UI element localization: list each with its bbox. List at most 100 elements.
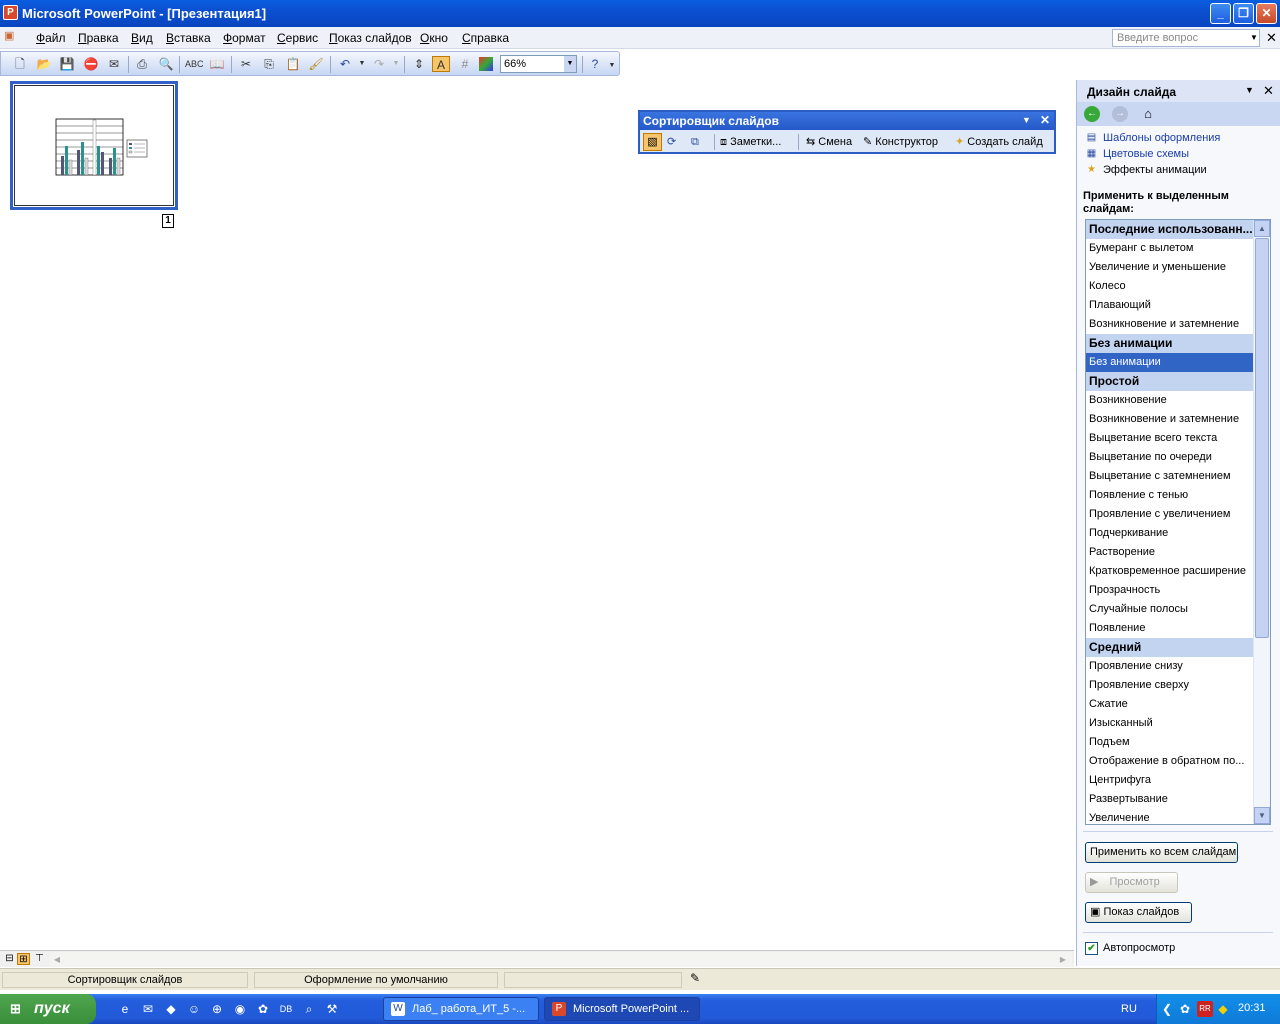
task-pane-close-icon[interactable]: ✕ [1263, 83, 1274, 99]
rehearse-timings-icon[interactable]: ⟳ [667, 133, 676, 151]
document-icon[interactable]: ▣ [4, 29, 20, 45]
help-icon[interactable]: ? [586, 56, 604, 72]
quicklaunch-ie-icon[interactable]: e [117, 1001, 133, 1017]
link-color-schemes[interactable]: Цветовые схемы [1103, 148, 1189, 160]
list-item[interactable]: Изысканный [1086, 714, 1253, 733]
redo-dropdown-icon[interactable]: ▼ [387, 56, 405, 72]
sorter-options-icon[interactable]: ▼ [1022, 115, 1031, 125]
list-item[interactable]: Подъем [1086, 733, 1253, 752]
color-grayscale-icon[interactable] [479, 57, 493, 71]
menu-edit[interactable]: Правка [78, 31, 119, 45]
menu-format[interactable]: Формат [223, 31, 266, 45]
tray-rr-icon[interactable]: RR [1197, 1001, 1213, 1017]
home-icon[interactable]: ⌂ [1140, 106, 1156, 122]
menu-help[interactable]: Справка [462, 31, 509, 45]
print-preview-icon[interactable]: 🔍 [157, 56, 175, 72]
quicklaunch-tools-icon[interactable]: ⚒ [324, 1001, 340, 1017]
close-button[interactable]: ✕ [1256, 3, 1277, 24]
list-item[interactable]: Появление [1086, 619, 1253, 638]
permission-icon[interactable]: ⛔ [82, 56, 100, 72]
designer-button[interactable]: ✎ Конструктор [863, 133, 938, 151]
menu-slideshow[interactable]: Показ слайдов [329, 31, 412, 45]
quicklaunch-panda-icon[interactable]: ✿ [255, 1001, 271, 1017]
notes-button[interactable]: ⧈ Заметки... [720, 133, 781, 151]
normal-view-icon[interactable]: ⊟ [3, 953, 16, 965]
list-item[interactable]: Без анимации [1086, 353, 1253, 372]
scroll-right-icon[interactable]: ▶ [1056, 952, 1070, 967]
scroll-left-icon[interactable]: ◀ [50, 952, 64, 967]
restore-button[interactable]: ❐ [1233, 3, 1254, 24]
minimize-button[interactable]: _ [1210, 3, 1231, 24]
new-slide-button[interactable]: ✦ Создать слайд [955, 133, 1043, 151]
list-item[interactable]: Бумеранг с вылетом [1086, 239, 1253, 258]
task-pane-menu-icon[interactable]: ▼ [1245, 85, 1254, 95]
list-item[interactable]: Растворение [1086, 543, 1253, 562]
summary-slide-icon[interactable]: ⧉ [691, 133, 699, 151]
slide-sorter-view-icon[interactable]: ⊞ [17, 953, 30, 965]
menu-file[interactable]: Файл [36, 31, 66, 45]
expand-all-icon[interactable]: ⇕ [410, 56, 428, 72]
list-item[interactable]: Проявление сверху [1086, 676, 1253, 695]
spelling-icon[interactable]: ABC [185, 56, 204, 72]
taskbar-powerpoint[interactable]: P Microsoft PowerPoint ... [544, 997, 700, 1021]
quicklaunch-app-icon[interactable]: ◆ [163, 1001, 179, 1017]
back-icon[interactable]: ← [1084, 106, 1100, 122]
grid-icon[interactable]: # [456, 56, 474, 72]
list-item[interactable]: Плавающий [1086, 296, 1253, 315]
powerpoint-app-icon[interactable]: P [3, 5, 18, 20]
ask-dropdown-icon[interactable]: ▼ [1248, 29, 1260, 47]
list-item[interactable]: Колесо [1086, 277, 1253, 296]
copy-icon[interactable]: ⎘ [260, 56, 278, 72]
tray-arrow-icon[interactable]: ❮ [1159, 1001, 1175, 1017]
tray-panda-icon[interactable]: ✿ [1177, 1001, 1193, 1017]
menu-view[interactable]: Вид [131, 31, 153, 45]
menu-insert[interactable]: Вставка [166, 31, 211, 45]
taskbar-word-document[interactable]: W Лаб_ работа_ИТ_5 -... [383, 997, 539, 1021]
list-item[interactable]: Сжатие [1086, 695, 1253, 714]
hide-slide-icon[interactable]: ▧ [643, 133, 662, 151]
slide-thumbnail[interactable] [10, 81, 178, 210]
list-item[interactable]: Возникновение и затемнение [1086, 315, 1253, 334]
list-item[interactable]: Центрифуга [1086, 771, 1253, 790]
quicklaunch-network-icon[interactable]: ⊕ [209, 1001, 225, 1017]
toolbar-options-icon[interactable]: ▼ [607, 58, 617, 74]
transition-button[interactable]: ⇆ Смена [806, 133, 852, 151]
slideshow-button[interactable]: ▣ Показ слайдов [1085, 902, 1192, 923]
email-icon[interactable]: ✉ [105, 56, 123, 72]
list-item[interactable]: Выцветание с затемнением [1086, 467, 1253, 486]
zoom-dropdown-icon[interactable]: ▼ [564, 56, 576, 72]
list-item[interactable]: Возникновение [1086, 391, 1253, 410]
link-design-templates[interactable]: Шаблоны оформления [1103, 132, 1220, 144]
format-painter-icon[interactable]: 🖌 [307, 56, 325, 72]
quicklaunch-db-icon[interactable]: DB [278, 1001, 294, 1017]
list-item[interactable]: Проявление снизу [1086, 657, 1253, 676]
horizontal-scrollbar[interactable]: ◀ ▶ [50, 952, 1072, 967]
list-item[interactable]: Развертывание [1086, 790, 1253, 809]
print-icon[interactable]: ⎙ [133, 56, 151, 72]
list-item[interactable]: Появление с тенью [1086, 486, 1253, 505]
open-icon[interactable]: 📂 [35, 56, 53, 72]
quicklaunch-search-icon[interactable]: ⌕ [301, 1001, 317, 1017]
list-item[interactable]: Отображение в обратном по... [1086, 752, 1253, 771]
new-icon[interactable]: 🗋 [11, 56, 29, 72]
list-item[interactable]: Увеличение и уменьшение [1086, 258, 1253, 277]
apply-all-button[interactable]: Применить ко всем слайдам [1085, 842, 1238, 863]
list-item[interactable]: Случайные полосы [1086, 600, 1253, 619]
forward-icon[interactable]: → [1112, 106, 1128, 122]
link-animation-schemes[interactable]: Эффекты анимации [1103, 164, 1207, 176]
undo-icon[interactable]: ↶ [336, 56, 354, 72]
undo-dropdown-icon[interactable]: ▼ [353, 56, 371, 72]
save-icon[interactable]: 💾 [58, 56, 76, 72]
close-document-icon[interactable]: ✕ [1266, 30, 1277, 46]
list-item[interactable]: Выцветание всего текста [1086, 429, 1253, 448]
list-item[interactable]: Возникновение и затемнение [1086, 410, 1253, 429]
preview-button[interactable]: ▶ Просмотр [1085, 872, 1178, 893]
start-button[interactable]: ⊞ пуск [0, 994, 96, 1024]
scroll-thumb[interactable] [1255, 238, 1269, 638]
language-indicator[interactable]: RU [1121, 1003, 1137, 1015]
list-item[interactable]: Проявление с увеличением [1086, 505, 1253, 524]
menu-tools[interactable]: Сервис [277, 31, 318, 45]
animation-schemes-list[interactable]: Последние использованн... Бумеранг с выле… [1085, 219, 1271, 825]
paste-icon[interactable]: 📋 [284, 56, 302, 72]
slideshow-view-icon[interactable]: ⊤ [33, 953, 46, 965]
